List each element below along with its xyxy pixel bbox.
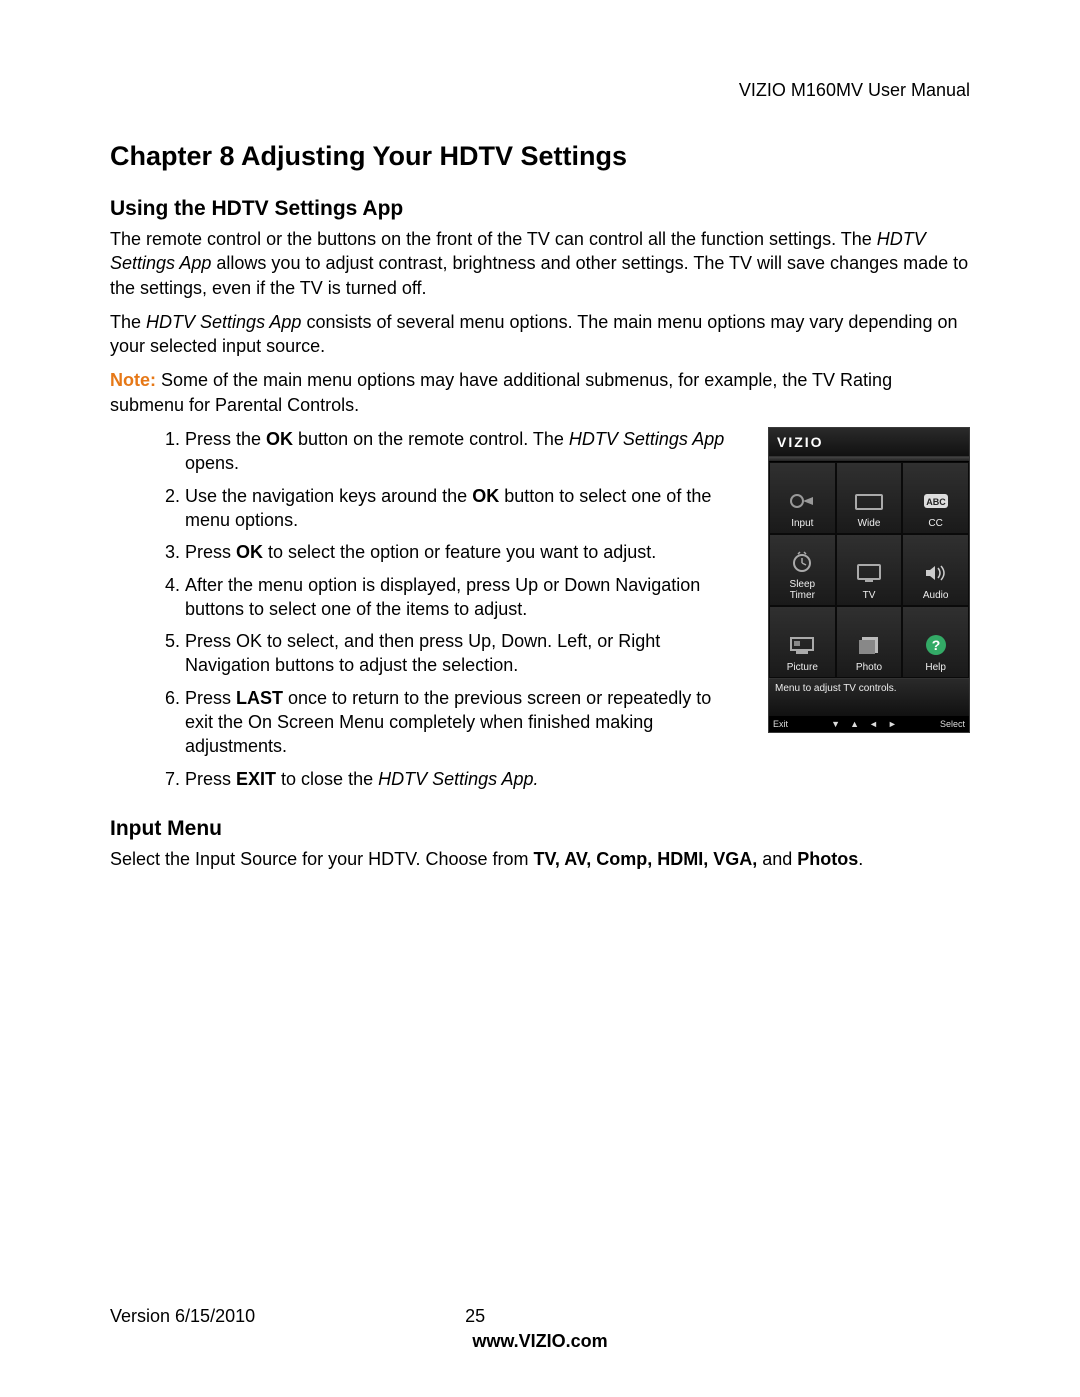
nav-up-icon[interactable]: ▲ [850, 719, 859, 729]
doc-header: VIZIO M160MV User Manual [110, 80, 970, 101]
step-6: Press LAST once to return to the previou… [185, 686, 748, 759]
input-tile[interactable]: Input [769, 462, 836, 534]
step-3: Press OK to select the option or feature… [185, 540, 748, 564]
tv-tile[interactable]: TV [836, 534, 903, 606]
osd-select-label[interactable]: Select [940, 719, 965, 729]
cc-icon: ABC [920, 487, 952, 515]
tile-label: Help [925, 663, 946, 674]
tv-icon [853, 559, 885, 587]
section1-paragraph1: The remote control or the buttons on the… [110, 227, 970, 300]
section-using-hdtv-settings: Using the HDTV Settings App [110, 197, 970, 221]
picture-tile[interactable]: Picture [769, 606, 836, 678]
tile-label: Sleep Timer [790, 580, 816, 601]
help-icon: ? [920, 631, 952, 659]
osd-footer: Exit ▼ ▲ ◄ ► Select [769, 716, 969, 732]
tile-label: Audio [923, 591, 949, 602]
section-input-menu: Input Menu [110, 817, 970, 841]
tile-label: Photo [856, 663, 882, 674]
osd-grid: Input Wide ABC CC Sleep Timer TV [769, 462, 969, 678]
steps-list: Press the OK button on the remote contro… [110, 427, 748, 799]
picture-icon [786, 631, 818, 659]
nav-right-icon[interactable]: ► [888, 719, 897, 729]
audio-tile[interactable]: Audio [902, 534, 969, 606]
input-icon [786, 487, 818, 515]
note-label: Note: [110, 370, 156, 390]
tile-label: Input [791, 519, 813, 530]
clock-icon [786, 548, 818, 576]
sleep-timer-tile[interactable]: Sleep Timer [769, 534, 836, 606]
osd-exit-label[interactable]: Exit [773, 719, 788, 729]
osd-message: Menu to adjust TV controls. [769, 678, 969, 716]
section1-note: Note: Some of the main menu options may … [110, 368, 970, 417]
tile-label: TV [863, 591, 876, 602]
svg-text:ABC: ABC [926, 497, 946, 507]
step-2: Use the navigation keys around the OK bu… [185, 484, 748, 533]
tile-label: Wide [858, 519, 881, 530]
section1-paragraph2: The HDTV Settings App consists of severa… [110, 310, 970, 359]
nav-left-icon[interactable]: ◄ [869, 719, 878, 729]
photo-tile[interactable]: Photo [836, 606, 903, 678]
cc-tile[interactable]: ABC CC [902, 462, 969, 534]
chapter-title: Chapter 8 Adjusting Your HDTV Settings [110, 141, 970, 172]
osd-screenshot: VIZIO Input Wide ABC CC Sleep Timer [768, 427, 970, 733]
footer-version: Version 6/15/2010 [110, 1306, 255, 1327]
section2-paragraph: Select the Input Source for your HDTV. C… [110, 847, 970, 871]
tile-label: Picture [787, 663, 818, 674]
osd-brand: VIZIO [769, 428, 969, 457]
step-5: Press OK to select, and then press Up, D… [185, 629, 748, 678]
step-4: After the menu option is displayed, pres… [185, 573, 748, 622]
footer-page-number: 25 [465, 1306, 485, 1327]
speaker-icon [920, 559, 952, 587]
help-tile[interactable]: ? Help [902, 606, 969, 678]
step-7: Press EXIT to close the HDTV Settings Ap… [185, 767, 748, 791]
page-footer: Version 6/15/2010 25 www.VIZIO.com [110, 1306, 970, 1352]
step-1: Press the OK button on the remote contro… [185, 427, 748, 476]
photo-icon [853, 631, 885, 659]
footer-url: www.VIZIO.com [110, 1331, 970, 1352]
nav-down-icon[interactable]: ▼ [831, 719, 840, 729]
wide-icon [853, 487, 885, 515]
tile-label: CC [928, 519, 942, 530]
manual-title: VIZIO M160MV User Manual [739, 80, 970, 100]
wide-tile[interactable]: Wide [836, 462, 903, 534]
svg-text:?: ? [931, 637, 940, 653]
